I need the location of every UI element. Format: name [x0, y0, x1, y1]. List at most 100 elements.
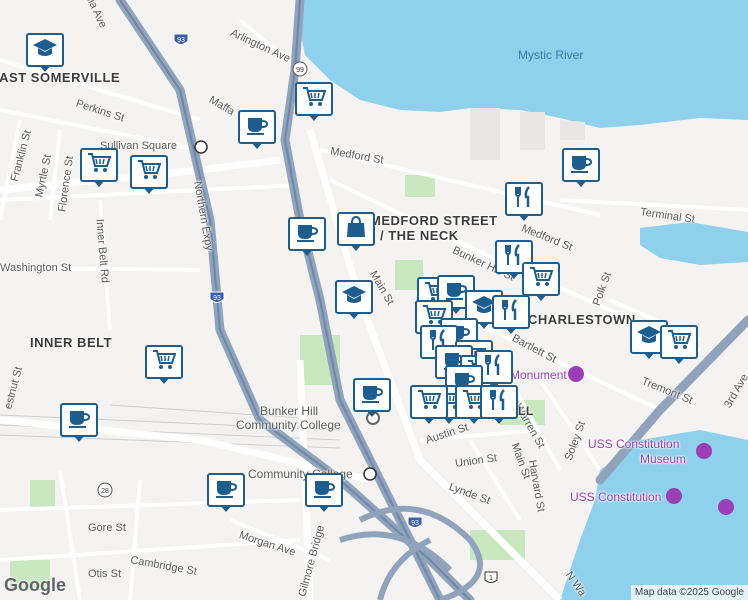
marker-box[interactable]: [145, 345, 183, 379]
marker-tail: [575, 180, 587, 187]
cart-icon: [86, 151, 112, 180]
svg-text:1: 1: [489, 575, 493, 582]
cart-marker[interactable]: [80, 148, 118, 187]
map-base: [0, 0, 748, 600]
school-marker[interactable]: [335, 280, 373, 319]
marker-box[interactable]: [492, 295, 530, 329]
coffee-marker[interactable]: [238, 110, 276, 149]
cart-marker[interactable]: [145, 345, 183, 384]
map[interactable]: 93 93 93 99 28 1 Mystic River EAST SOMER…: [0, 0, 748, 600]
map-attribution[interactable]: Map data ©2025 Google: [630, 585, 748, 600]
restaurant-marker[interactable]: [480, 385, 518, 424]
marker-box[interactable]: [60, 403, 98, 437]
coffee-marker[interactable]: [353, 378, 391, 417]
coffee-icon: [311, 476, 337, 505]
restaurant-marker[interactable]: [492, 295, 530, 334]
restaurant-icon: [498, 298, 524, 327]
marker-tail: [478, 322, 490, 329]
google-logo: Google: [4, 575, 66, 595]
marker-box[interactable]: [26, 33, 64, 67]
cart-icon: [301, 85, 327, 114]
street-label: Gore St: [88, 522, 126, 534]
marker-box[interactable]: [337, 212, 375, 246]
marker-box[interactable]: [353, 378, 391, 412]
cart-icon: [136, 158, 162, 187]
route-28-shield: 28: [97, 482, 113, 498]
street-label: Otis St: [88, 568, 122, 580]
marker-tail: [301, 249, 313, 256]
route-99-shield: 99: [292, 61, 308, 77]
marker-box[interactable]: [410, 385, 448, 419]
place-label-bunker-hill-cc[interactable]: Community College: [236, 418, 341, 432]
svg-text:93: 93: [177, 37, 185, 44]
area-label-east-somerville: EAST SOMERVILLE: [0, 70, 121, 85]
marker-box[interactable]: [80, 148, 118, 182]
marker-box[interactable]: [207, 473, 245, 507]
restaurant-icon: [511, 185, 537, 214]
marker-tail: [158, 377, 170, 384]
place-label-uss-museum[interactable]: Museum: [640, 452, 686, 466]
marker-tail: [535, 294, 547, 301]
place-label-uss-constitution[interactable]: USS Constitution: [570, 490, 661, 504]
coffee-marker[interactable]: [60, 403, 98, 442]
marker-tail: [318, 505, 330, 512]
marker-tail: [73, 435, 85, 442]
marker-box[interactable]: [562, 148, 600, 182]
coffee-icon: [568, 151, 594, 180]
street-label: Washington St: [0, 262, 72, 274]
area-label-medford-street: MEDFORD STREET: [370, 213, 498, 228]
area-label-inner-belt: INNER BELT: [30, 335, 113, 350]
cart-marker[interactable]: [660, 325, 698, 364]
marker-box[interactable]: [288, 217, 326, 251]
marker-tail: [508, 272, 520, 279]
area-label-the-neck: / THE NECK: [380, 228, 459, 243]
marker-tail: [673, 357, 685, 364]
restaurant-icon: [481, 353, 507, 382]
restaurant-marker[interactable]: [505, 182, 543, 221]
marker-tail: [93, 180, 105, 187]
marker-box[interactable]: [305, 473, 343, 507]
cart-icon: [666, 328, 692, 357]
cart-marker[interactable]: [295, 82, 333, 121]
river-label: Mystic River: [518, 48, 584, 62]
place-label-uss-museum[interactable]: USS Constitution: [588, 437, 679, 451]
marker-tail: [348, 312, 360, 319]
marker-box[interactable]: [505, 182, 543, 216]
marker-box[interactable]: [130, 155, 168, 189]
marker-tail: [505, 327, 517, 334]
place-label-monument[interactable]: Monument: [510, 368, 567, 382]
marker-tail: [493, 417, 505, 424]
marker-tail: [251, 142, 263, 149]
cart-marker[interactable]: [410, 385, 448, 424]
marker-box[interactable]: [522, 262, 560, 296]
school-icon: [636, 323, 662, 352]
i93-shield: 93: [173, 32, 189, 48]
bag-marker[interactable]: [337, 212, 375, 251]
cart-icon: [151, 348, 177, 377]
school-marker[interactable]: [26, 33, 64, 72]
i93-shield: 93: [407, 515, 423, 531]
marker-tail: [143, 187, 155, 194]
marker-box[interactable]: [480, 385, 518, 419]
svg-text:99: 99: [296, 67, 304, 74]
marker-box[interactable]: [335, 280, 373, 314]
coffee-marker[interactable]: [562, 148, 600, 187]
coffee-marker[interactable]: [288, 217, 326, 256]
coffee-icon: [213, 476, 239, 505]
marker-tail: [350, 244, 362, 251]
coffee-icon: [359, 381, 385, 410]
coffee-marker[interactable]: [207, 473, 245, 512]
us1-shield: 1: [483, 570, 499, 586]
coffee-marker[interactable]: [305, 473, 343, 512]
marker-tail: [468, 417, 480, 424]
marker-box[interactable]: [660, 325, 698, 359]
svg-text:93: 93: [213, 295, 221, 302]
mystic-river-water: [300, 0, 748, 128]
cart-icon: [528, 265, 554, 294]
place-label-bunker-hill-cc[interactable]: Bunker Hill: [260, 404, 318, 418]
coffee-icon: [294, 220, 320, 249]
marker-box[interactable]: [295, 82, 333, 116]
cart-marker[interactable]: [130, 155, 168, 194]
marker-box[interactable]: [238, 110, 276, 144]
marker-tail: [643, 352, 655, 359]
